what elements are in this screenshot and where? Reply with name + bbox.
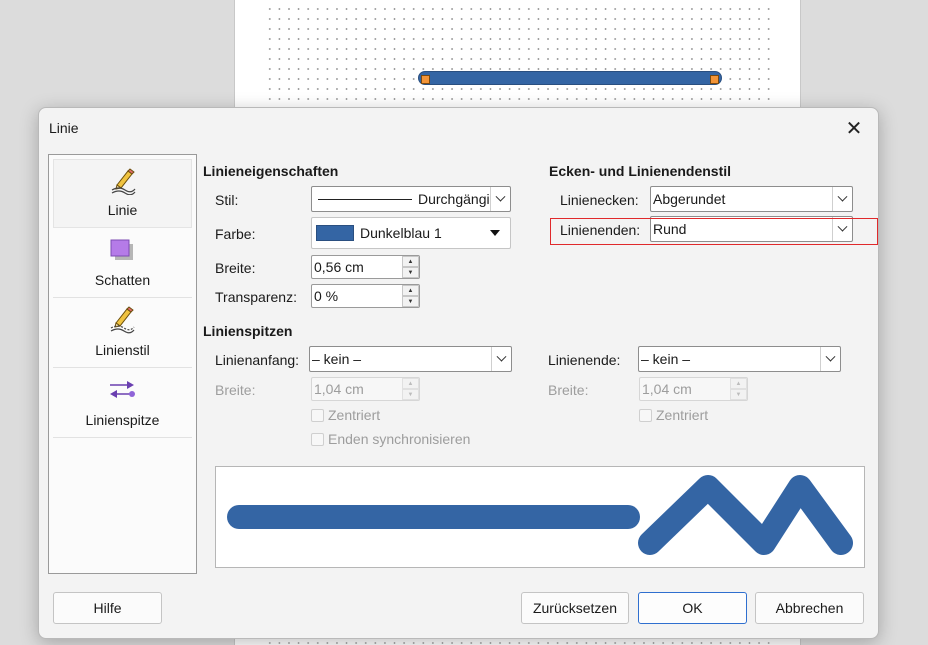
line-dialog: Linie ✕ Linie Schatten Linienstil Linien…: [38, 107, 879, 639]
shadow-icon: [110, 239, 133, 260]
sidebar-item-schatten[interactable]: Schatten: [53, 229, 192, 298]
spin-down-icon[interactable]: ▼: [402, 296, 419, 307]
end-width-label: Breite:: [548, 382, 589, 398]
sidebar-item-linienspitze[interactable]: Linienspitze: [53, 369, 192, 438]
selection-handle-start[interactable]: [421, 75, 430, 84]
ok-button[interactable]: OK: [638, 592, 747, 624]
line-style-sample: [318, 198, 412, 200]
chevron-down-icon[interactable]: [832, 187, 852, 211]
width-label: Breite:: [215, 260, 256, 276]
color-label: Farbe:: [215, 226, 256, 242]
corner-label: Linienecken:: [560, 192, 639, 208]
spin-up-icon[interactable]: ▲: [402, 285, 419, 296]
spin-up-icon[interactable]: ▲: [402, 256, 419, 267]
line-color-value: Dunkelblau 1: [360, 225, 442, 241]
start-centered-label: Zentriert: [328, 407, 381, 423]
spin-down-icon[interactable]: ▼: [402, 267, 419, 278]
preview-zigzag-line: [638, 475, 853, 555]
arrowheads-icon: [110, 381, 135, 398]
sidebar-item-linienstil[interactable]: Linienstil: [53, 299, 192, 368]
selection-handle-end[interactable]: [710, 75, 719, 84]
dropdown-arrow-icon[interactable]: [490, 230, 500, 236]
reset-button[interactable]: Zurücksetzen: [521, 592, 629, 624]
style-label: Stil:: [215, 192, 239, 208]
properties-heading: Linieneigenschaften: [203, 163, 339, 179]
transparency-spinner[interactable]: 0 % ▲ ▼: [311, 284, 420, 308]
start-width-label: Breite:: [215, 382, 256, 398]
color-swatch: [316, 225, 354, 241]
end-arrow-value: – kein –: [641, 351, 691, 367]
sidebar-item-label: Schatten: [94, 272, 151, 288]
chevron-down-icon[interactable]: [820, 347, 840, 371]
end-width-value[interactable]: 1,04 cm: [642, 381, 730, 397]
grid-dots-bottom: [265, 638, 775, 645]
spin-down-icon[interactable]: ▼: [402, 389, 419, 400]
end-arrow-label: Linienende:: [548, 352, 621, 368]
start-width-value[interactable]: 1,04 cm: [314, 381, 402, 397]
sync-ends-label: Enden synchronisieren: [328, 431, 471, 447]
grid-dots: [265, 0, 775, 100]
cancel-button[interactable]: Abbrechen: [755, 592, 864, 624]
transparency-value[interactable]: 0 %: [314, 288, 402, 304]
start-arrow-value: – kein –: [312, 351, 362, 367]
line-preview-drawing: [227, 475, 853, 555]
selected-line-shape[interactable]: [418, 71, 722, 85]
checkbox-box[interactable]: [311, 432, 324, 446]
line-color-picker[interactable]: Dunkelblau 1: [311, 217, 511, 249]
sidebar-item-label: Linienspitze: [85, 412, 160, 428]
checkbox-box[interactable]: [639, 408, 652, 422]
checkbox-box[interactable]: [311, 408, 324, 422]
arrows-heading: Linienspitzen: [203, 323, 293, 339]
line-width-value[interactable]: 0,56 cm: [314, 259, 402, 275]
start-arrow-combo[interactable]: – kein –: [309, 346, 512, 372]
corner-style-value: Abgerundet: [653, 191, 726, 207]
corner-style-combo[interactable]: Abgerundet: [650, 186, 853, 212]
start-width-spinner[interactable]: 1,04 cm ▲ ▼: [311, 377, 420, 401]
sidebar-item-linie[interactable]: Linie: [53, 159, 192, 228]
sidebar-item-label: Linienstil: [95, 342, 150, 358]
line-preview: [215, 466, 865, 568]
highlight-box: [550, 218, 878, 245]
corners-heading: Ecken- und Linienendenstil: [549, 163, 732, 179]
end-centered-checkbox[interactable]: Zentriert: [639, 407, 708, 423]
line-width-spinner[interactable]: 0,56 cm ▲ ▼: [311, 255, 420, 279]
sync-ends-checkbox[interactable]: Enden synchronisieren: [311, 431, 470, 447]
sidebar-item-label: Linie: [107, 202, 138, 218]
end-width-spinner[interactable]: 1,04 cm ▲ ▼: [639, 377, 748, 401]
spin-up-icon[interactable]: ▲: [402, 378, 419, 389]
spin-down-icon[interactable]: ▼: [730, 389, 747, 400]
end-centered-label: Zentriert: [656, 407, 709, 423]
dialog-title: Linie: [49, 120, 79, 136]
start-centered-checkbox[interactable]: Zentriert: [311, 407, 380, 423]
dialog-sidebar: Linie Schatten Linienstil Linienspitze: [48, 154, 197, 574]
line-style-combo[interactable]: Durchgängig: [311, 186, 511, 212]
line-pencil-icon: [111, 168, 136, 195]
spin-up-icon[interactable]: ▲: [730, 378, 747, 389]
transparency-label: Transparenz:: [215, 289, 297, 305]
chevron-down-icon[interactable]: [490, 187, 510, 211]
line-style-icon: [110, 306, 135, 334]
line-style-value: Durchgängig: [418, 191, 490, 207]
start-arrow-label: Linienanfang:: [215, 352, 300, 368]
chevron-down-icon[interactable]: [491, 347, 511, 371]
close-icon[interactable]: ✕: [840, 114, 868, 142]
end-arrow-combo[interactable]: – kein –: [638, 346, 841, 372]
help-button[interactable]: Hilfe: [53, 592, 162, 624]
